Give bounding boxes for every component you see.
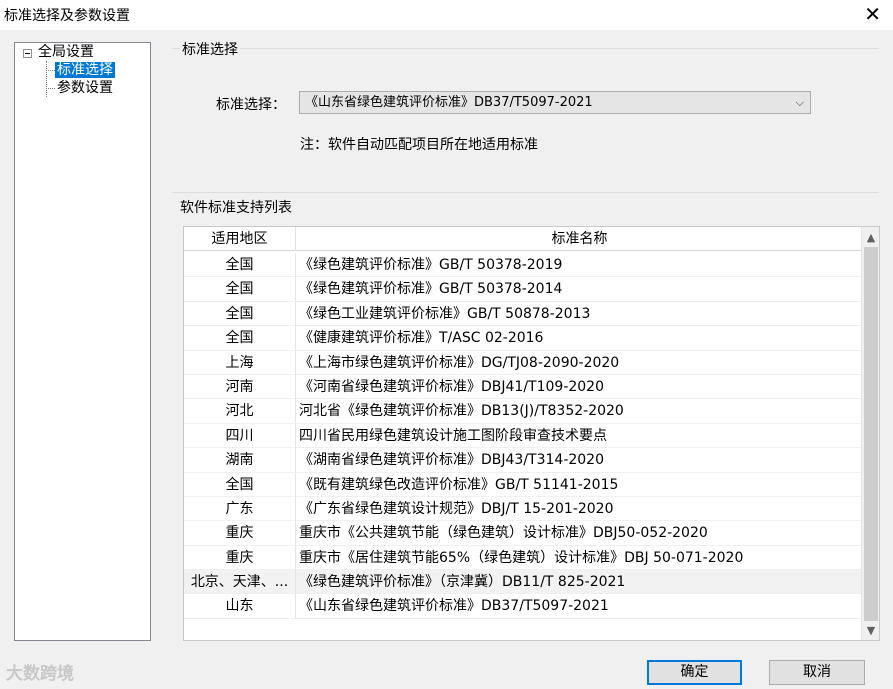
cell-region: 北京、天津、... xyxy=(184,570,296,595)
title-bar: 标准选择及参数设置 ✕ xyxy=(0,0,893,30)
table-row[interactable]: 广东 《广东省绿色建筑设计规范》DBJ/T 15-201-2020 xyxy=(184,496,862,522)
cell-region: 全国 xyxy=(184,326,296,351)
close-icon[interactable]: ✕ xyxy=(864,2,881,26)
table-row[interactable]: 河北 河北省《绿色建筑评价标准》DB13(J)/T8352-2020 xyxy=(184,399,862,424)
table-row[interactable]: 四川 四川省民用绿色建筑设计施工图阶段审查技术要点 xyxy=(184,423,862,449)
tree-item-standard-selection[interactable]: 标准选择 xyxy=(55,61,115,79)
ok-button[interactable]: 确定 xyxy=(647,660,742,685)
scroll-up-icon[interactable]: ▲ xyxy=(862,229,879,247)
section-title-standard: 标准选择 xyxy=(180,39,240,59)
chevron-down-icon: ⌵ xyxy=(795,96,804,109)
table-row[interactable]: 全国 《既有建筑绿色改造评价标准》GB/T 51141-2015 xyxy=(184,472,862,497)
cell-standard-name: 重庆市《公共建筑节能（绿色建筑）设计标准》DBJ50-052-2020 xyxy=(299,525,708,542)
cell-region: 山东 xyxy=(184,594,296,619)
tree-line xyxy=(46,88,55,89)
cell-region: 河北 xyxy=(184,399,296,424)
table-row[interactable]: 重庆 重庆市《居住建筑节能65%（绿色建筑）设计标准》DBJ 50-071-202… xyxy=(184,545,862,571)
group-divider xyxy=(172,48,879,49)
cell-region: 重庆 xyxy=(184,521,296,546)
table-header: 适用地区 标准名称 xyxy=(184,227,862,251)
tree-item-label: 标准选择 xyxy=(55,62,115,78)
tree-line xyxy=(46,61,47,97)
settings-tree: 全局设置 标准选择 参数设置 xyxy=(14,42,151,641)
cell-standard-name: 重庆市《居住建筑节能65%（绿色建筑）设计标准》DBJ 50-071-2020 xyxy=(299,549,744,566)
cell-region: 上海 xyxy=(184,350,296,375)
scroll-down-icon[interactable]: ▼ xyxy=(862,622,879,640)
cell-region: 全国 xyxy=(184,253,296,277)
standard-select-label: 标准选择： xyxy=(216,97,286,113)
table-row[interactable]: 北京、天津、... 《绿色建筑评价标准》（京津冀）DB11/T 825-2021 xyxy=(184,570,862,595)
vertical-scrollbar[interactable]: ▲ ▼ xyxy=(861,227,879,640)
watermark-logo: 大数跨境 xyxy=(6,664,74,684)
cell-region: 河南 xyxy=(184,374,296,399)
cancel-button[interactable]: 取消 xyxy=(769,660,865,685)
cell-region: 重庆 xyxy=(184,545,296,570)
cell-standard-name: 《湖南省绿色建筑评价标准》DBJ43/T314-2020 xyxy=(299,452,604,469)
cell-standard-name: 《河南省绿色建筑评价标准》DBJ41/T109-2020 xyxy=(299,378,604,395)
tree-item-parameter-settings[interactable]: 参数设置 xyxy=(57,79,113,97)
cell-standard-name: 《绿色建筑评价标准》（京津冀）DB11/T 825-2021 xyxy=(299,574,626,591)
tree-line xyxy=(46,70,55,71)
standard-select-value: 《山东省绿色建筑评价标准》DB37/T5097-2021 xyxy=(305,95,593,110)
cell-region: 全国 xyxy=(184,301,296,326)
table-row[interactable]: 全国 《绿色建筑评价标准》GB/T 50378-2019 xyxy=(184,253,862,278)
table-row[interactable]: 全国 《健康建筑评价标准》T/ASC 02-2016 xyxy=(184,326,862,351)
cell-region: 全国 xyxy=(184,277,296,302)
auto-match-note: 注：软件自动匹配项目所在地适用标准 xyxy=(300,137,538,153)
cell-standard-name: 《绿色建筑评价标准》GB/T 50378-2014 xyxy=(299,281,563,298)
tree-item-global-settings[interactable]: 全局设置 xyxy=(38,43,94,61)
cell-standard-name: 《既有建筑绿色改造评价标准》GB/T 51141-2015 xyxy=(299,476,619,493)
window-title: 标准选择及参数设置 xyxy=(4,8,130,24)
cell-region: 广东 xyxy=(184,496,296,521)
cell-standard-name: 《绿色建筑评价标准》GB/T 50378-2019 xyxy=(299,257,563,273)
cell-standard-name: 四川省民用绿色建筑设计施工图阶段审查技术要点 xyxy=(299,427,607,444)
table-row[interactable]: 上海 《上海市绿色建筑评价标准》DG/TJ08-2090-2020 xyxy=(184,350,862,375)
column-header-standard-name[interactable]: 标准名称 xyxy=(297,227,862,251)
column-header-region[interactable]: 适用地区 xyxy=(184,227,296,251)
table-row[interactable]: 山东 《山东省绿色建筑评价标准》DB37/T5097-2021 xyxy=(184,594,862,619)
tree-item-label: 参数设置 xyxy=(57,80,113,96)
cell-standard-name: 河北省《绿色建筑评价标准》DB13(J)/T8352-2020 xyxy=(299,403,624,420)
cell-standard-name: 《广东省绿色建筑设计规范》DBJ/T 15-201-2020 xyxy=(299,500,614,517)
group-divider xyxy=(172,192,879,193)
scrollbar-thumb[interactable] xyxy=(864,247,878,621)
standards-table: 适用地区 标准名称 全国 《绿色建筑评价标准》GB/T 50378-2019 全国《… xyxy=(183,226,880,641)
table-row[interactable]: 重庆 重庆市《公共建筑节能（绿色建筑）设计标准》DBJ50-052-2020 xyxy=(184,521,862,546)
collapse-icon[interactable] xyxy=(23,49,32,58)
section-title-support-list: 软件标准支持列表 xyxy=(178,197,294,217)
cell-standard-name: 《山东省绿色建筑评价标准》DB37/T5097-2021 xyxy=(299,598,609,615)
cell-region: 四川 xyxy=(184,423,296,448)
table-row[interactable]: 全国 《绿色工业建筑评价标准》GB/T 50878-2013 xyxy=(184,301,862,327)
tree-item-label: 全局设置 xyxy=(38,44,94,60)
standard-select[interactable]: 《山东省绿色建筑评价标准》DB37/T5097-2021 ⌵ xyxy=(299,91,811,114)
cell-standard-name: 《上海市绿色建筑评价标准》DG/TJ08-2090-2020 xyxy=(299,354,620,371)
cell-region: 湖南 xyxy=(184,448,296,473)
cell-standard-name: 《绿色工业建筑评价标准》GB/T 50878-2013 xyxy=(299,305,591,322)
cell-region: 全国 xyxy=(184,472,296,497)
cell-standard-name: 《健康建筑评价标准》T/ASC 02-2016 xyxy=(299,330,544,347)
table-row[interactable]: 湖南 《湖南省绿色建筑评价标准》DBJ43/T314-2020 xyxy=(184,448,862,473)
table-body: 全国 《绿色建筑评价标准》GB/T 50378-2019 全国 《绿色建筑评价标准》G… xyxy=(184,253,862,619)
table-row[interactable]: 河南 《河南省绿色建筑评价标准》DBJ41/T109-2020 xyxy=(184,374,862,400)
table-row[interactable]: 全国 《绿色建筑评价标准》GB/T 50378-2014 xyxy=(184,277,862,302)
